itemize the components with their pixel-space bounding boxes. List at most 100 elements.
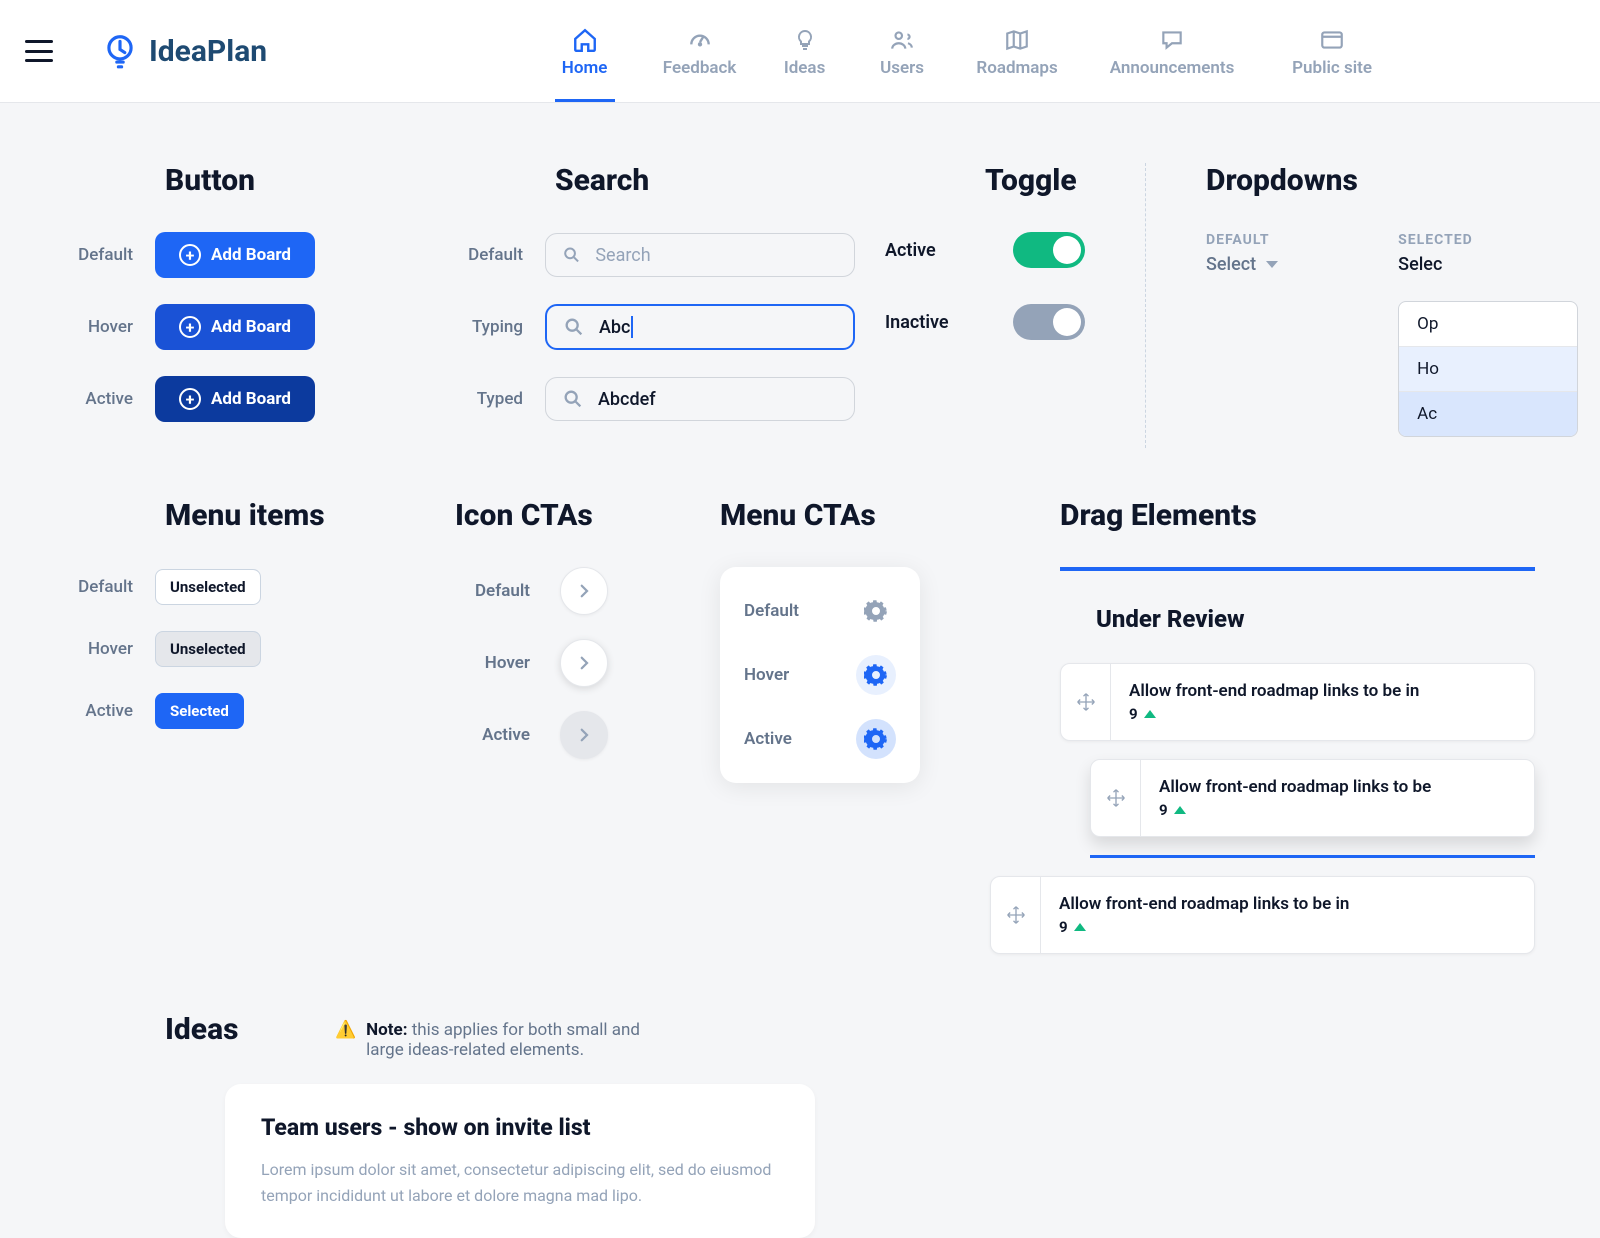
icon-ctas-section: Icon CTAs Default Hover Active — [455, 498, 720, 972]
upvote-icon — [1144, 710, 1156, 718]
drag-handle-icon[interactable] — [1091, 760, 1141, 836]
dropdown-select[interactable]: Select — [1206, 254, 1278, 275]
state-label-active: Active — [65, 389, 155, 409]
dropdowns-heading: Dropdowns — [1206, 163, 1578, 198]
nav-announcements[interactable]: Announcements — [1082, 0, 1262, 102]
drag-elements-section: Drag Elements Under Review Allow front-e… — [1060, 498, 1535, 972]
text-cursor — [631, 316, 633, 338]
gear-button-default[interactable] — [856, 591, 896, 631]
chevron-button-active[interactable] — [560, 711, 608, 759]
home-icon — [572, 24, 598, 56]
bulb-icon — [793, 24, 817, 56]
chat-icon — [1159, 24, 1185, 56]
toggle-off[interactable] — [1013, 304, 1085, 340]
add-board-button-active[interactable]: +Add Board — [155, 376, 315, 422]
gear-icon — [864, 663, 888, 687]
top-nav: Home Feedback Ideas Users Roadmaps Annou… — [527, 0, 1402, 102]
map-icon — [1004, 24, 1030, 56]
nav-users[interactable]: Users — [852, 0, 952, 102]
lightbulb-icon — [101, 32, 139, 70]
search-input-typing[interactable]: Abc — [545, 304, 855, 350]
dropdown-option-hover[interactable]: Ho — [1399, 347, 1577, 392]
search-heading: Search — [555, 163, 855, 198]
plus-icon: + — [179, 244, 201, 266]
drag-handle-icon[interactable] — [1061, 664, 1111, 740]
menu-items-heading: Menu items — [165, 498, 455, 533]
search-input-typed[interactable]: Abcdef — [545, 377, 855, 421]
plus-icon: + — [179, 316, 201, 338]
idea-card[interactable]: Team users - show on invite list Lorem i… — [225, 1084, 815, 1238]
menu-chip-hover[interactable]: Unselected — [155, 631, 261, 667]
dropdown-caption-selected: SELECTED — [1398, 232, 1578, 248]
search-input-default[interactable] — [545, 233, 855, 277]
brand-name: IdeaPlan — [149, 34, 267, 69]
chevron-right-icon — [575, 654, 593, 672]
window-icon — [1319, 24, 1345, 56]
nav-feedback[interactable]: Feedback — [642, 0, 757, 102]
drag-handle-icon[interactable] — [991, 877, 1041, 953]
menu-chip-default[interactable]: Unselected — [155, 569, 261, 605]
search-field[interactable] — [595, 245, 838, 266]
search-section: Search Default Typing Abc Typed Abcdef — [455, 163, 855, 448]
chevron-button-hover[interactable] — [560, 639, 608, 687]
dropdown-options: Op Ho Ac — [1398, 301, 1578, 437]
drop-indicator — [1090, 855, 1535, 858]
chevron-button-default[interactable] — [560, 567, 608, 615]
app-header: IdeaPlan Home Feedback Ideas Users Roadm… — [0, 0, 1600, 103]
gear-icon — [864, 599, 888, 623]
menu-chip-active[interactable]: Selected — [155, 693, 244, 729]
icon-ctas-heading: Icon CTAs — [455, 498, 720, 533]
search-icon — [562, 244, 581, 266]
toggle-active-label: Active — [885, 240, 936, 261]
state-label-default: Default — [455, 245, 545, 265]
add-board-button[interactable]: +Add Board — [155, 232, 315, 278]
state-label-typed: Typed — [455, 389, 545, 409]
idea-card-body: Lorem ipsum dolor sit amet, consectetur … — [261, 1157, 779, 1208]
dropdown-option[interactable]: Op — [1399, 302, 1577, 347]
add-board-button-hover[interactable]: +Add Board — [155, 304, 315, 350]
plus-icon: + — [179, 388, 201, 410]
drag-card-dragging[interactable]: Allow front-end roadmap links to be 9 — [1090, 759, 1535, 837]
drag-card[interactable]: Allow front-end roadmap links to be in 9 — [990, 876, 1535, 954]
search-icon — [562, 388, 584, 410]
button-heading: Button — [165, 163, 455, 198]
gear-button-active[interactable] — [856, 719, 896, 759]
warning-icon: ⚠️ — [335, 1020, 356, 1060]
nav-roadmaps[interactable]: Roadmaps — [952, 0, 1082, 102]
state-label-typing: Typing — [455, 317, 545, 337]
gear-icon — [864, 727, 888, 751]
toggle-section: Toggle Active Inactive — [855, 163, 1185, 448]
drag-elements-heading: Drag Elements — [1060, 498, 1535, 533]
menu-icon[interactable] — [25, 40, 53, 62]
ideas-note: ⚠️ Note: this applies for both small and… — [335, 1020, 665, 1060]
drag-card[interactable]: Allow front-end roadmap links to be in 9 — [1060, 663, 1535, 741]
toggle-on[interactable] — [1013, 232, 1085, 268]
gauge-icon — [687, 24, 713, 56]
search-icon — [563, 316, 585, 338]
dropdown-option-active[interactable]: Ac — [1399, 392, 1577, 436]
brand-logo[interactable]: IdeaPlan — [101, 32, 267, 70]
nav-publicsite[interactable]: Public site — [1262, 0, 1402, 102]
gear-button-hover[interactable] — [856, 655, 896, 695]
users-icon — [889, 24, 915, 56]
menu-ctas-heading: Menu CTAs — [720, 498, 1060, 533]
dropdown-selected[interactable]: Selec — [1398, 254, 1578, 275]
menu-cta-card: Default Hover Active — [720, 567, 920, 783]
menu-items-section: Menu items Default Unselected Hover Unse… — [65, 498, 455, 972]
state-label-default: Default — [65, 245, 155, 265]
dropdowns-section: Dropdowns DEFAULT Select SELECTED Selec … — [1145, 163, 1578, 448]
upvote-icon — [1074, 923, 1086, 931]
dropdown-caption-default: DEFAULT — [1206, 232, 1278, 248]
drag-column-title: Under Review — [1060, 605, 1535, 633]
toggle-inactive-label: Inactive — [885, 312, 949, 333]
button-section: Button Default +Add Board Hover +Add Boa… — [65, 163, 455, 448]
state-label-hover: Hover — [65, 317, 155, 337]
nav-ideas[interactable]: Ideas — [757, 0, 852, 102]
idea-card-title: Team users - show on invite list — [261, 1114, 779, 1141]
upvote-icon — [1174, 806, 1186, 814]
ideas-heading: Ideas — [165, 1012, 335, 1047]
chevron-right-icon — [575, 726, 593, 744]
nav-home[interactable]: Home — [527, 0, 642, 102]
chevron-right-icon — [575, 582, 593, 600]
chevron-down-icon — [1266, 261, 1278, 268]
